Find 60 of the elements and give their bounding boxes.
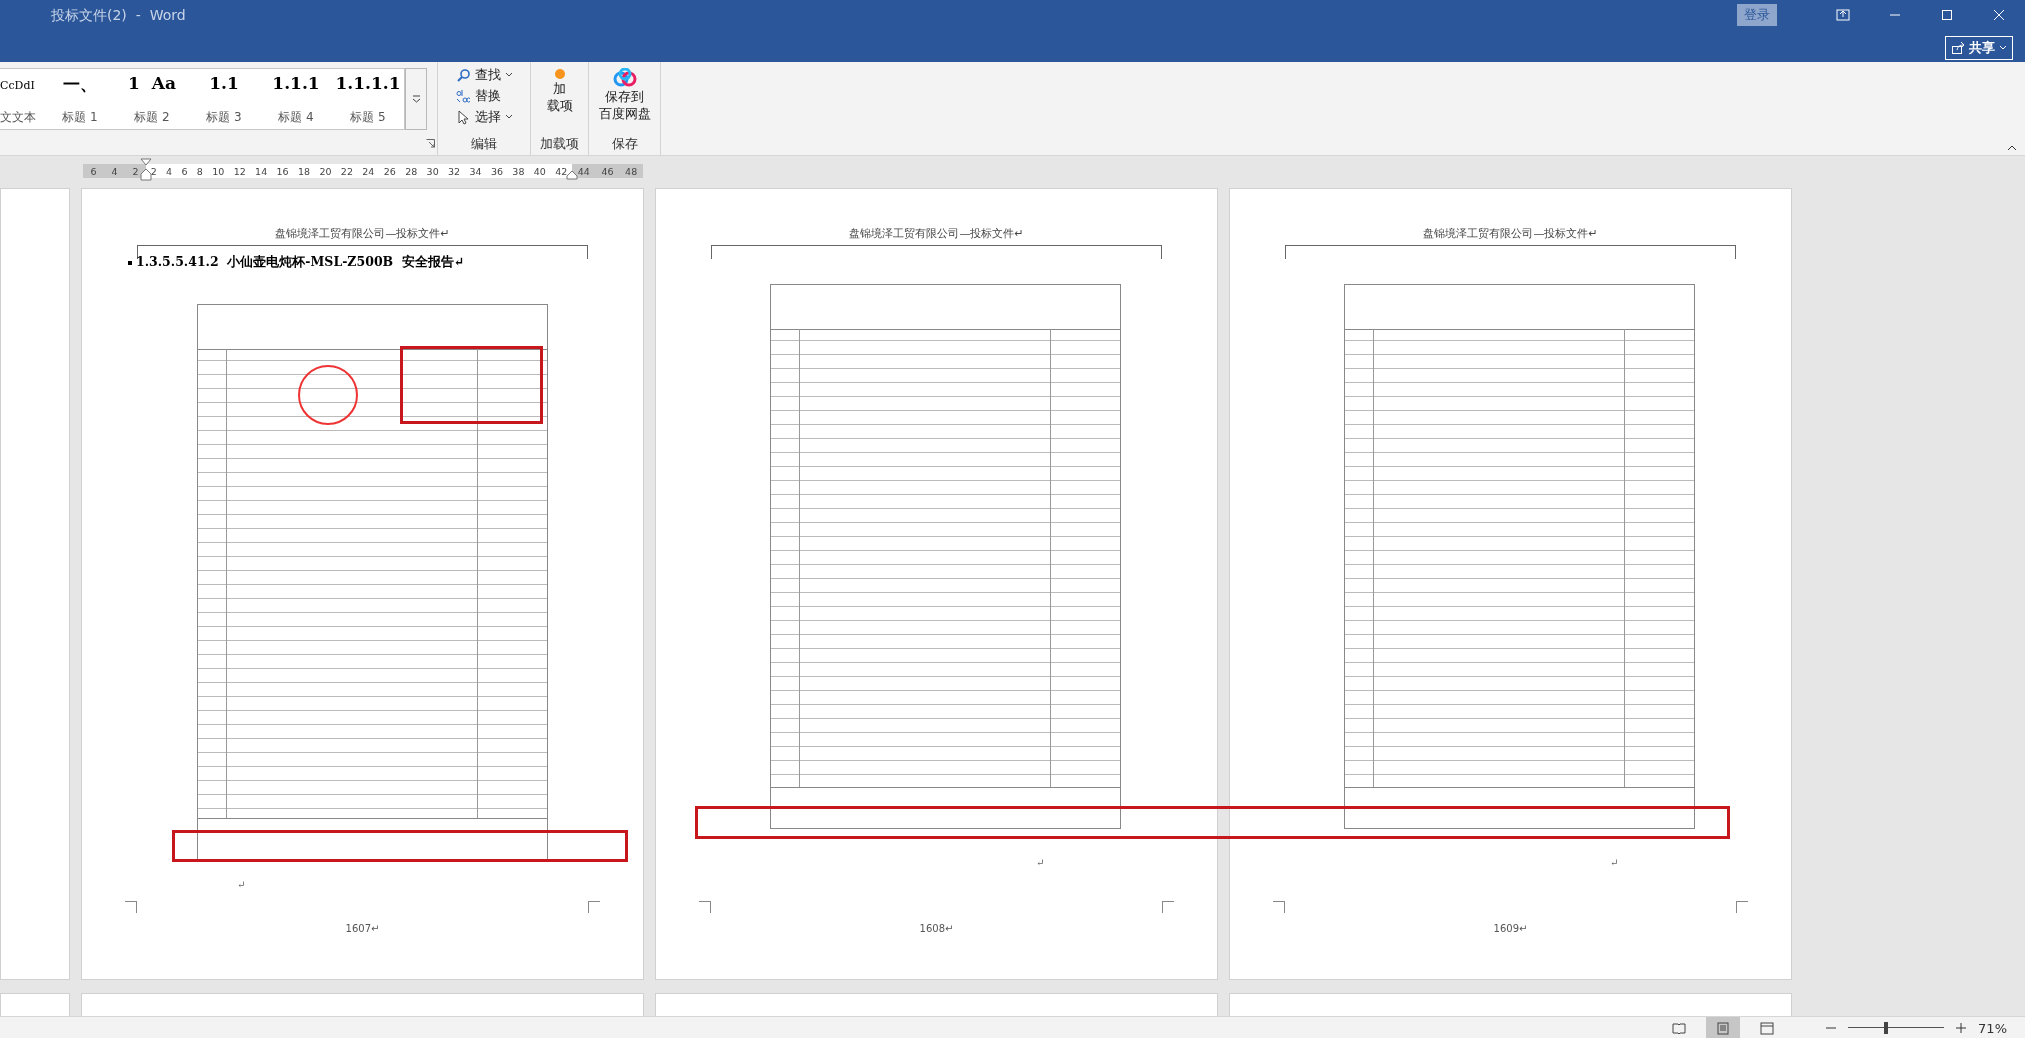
- add-ins-button[interactable]: 加 载项: [544, 66, 575, 116]
- slider-thumb[interactable]: [1884, 1022, 1889, 1034]
- bullet-icon: [128, 260, 132, 265]
- page-number: 1609↵: [1492, 923, 1529, 934]
- ruler: 6 4 2 2 4 6 8 10 12 14 16 18 20 22 24 26 28 30 32 34 36 38 40 42 44 46 48: [83, 164, 643, 178]
- save-to-cloud-button[interactable]: 保存到 百度网盘: [596, 66, 653, 124]
- page-number: 1608↵: [918, 923, 955, 934]
- margin-mark: [1273, 901, 1285, 913]
- replace-icon: [455, 88, 471, 104]
- margin-mark: [588, 901, 600, 913]
- caret-icon: [504, 71, 513, 79]
- maximize-icon[interactable]: [1940, 8, 1954, 22]
- page-number: 1607↵: [344, 923, 381, 934]
- paragraph-mark: ↵: [237, 879, 246, 890]
- indent-marker-icon[interactable]: [140, 158, 152, 182]
- margin-mark: [1736, 901, 1748, 913]
- style-gallery-item[interactable]: 1 Aa 标题 2: [116, 69, 188, 129]
- print-view-button[interactable]: [1706, 1017, 1741, 1038]
- margin-mark: [125, 901, 137, 913]
- margin-mark: [699, 901, 711, 913]
- cloud-icon: [612, 68, 637, 88]
- print-layout-icon: [1716, 1021, 1731, 1035]
- zoom-slider[interactable]: [1848, 1022, 1945, 1034]
- style-gallery-item[interactable]: 1.1 标题 3: [188, 69, 260, 129]
- style-gallery-item[interactable]: 1.1.1.1 标题 5: [332, 69, 404, 129]
- caret-icon: [1999, 44, 2007, 52]
- find-button[interactable]: 查找: [453, 66, 515, 84]
- group-label: 编辑: [471, 136, 497, 153]
- style-gallery-item[interactable]: CcDdI 文文本: [0, 69, 44, 129]
- margin-mark: [1162, 901, 1174, 913]
- caret-icon: [504, 113, 513, 121]
- paragraph-mark: ↵: [1036, 857, 1045, 868]
- share-icon: [1951, 41, 1965, 55]
- close-icon[interactable]: [1992, 8, 2006, 22]
- share-button[interactable]: 共享: [1945, 36, 2013, 60]
- read-mode-icon: [1672, 1021, 1687, 1035]
- page-header-text: 盘锦境泽工贸有限公司—投标文件↵: [848, 226, 1025, 241]
- zoom-in-button[interactable]: [1954, 1023, 1969, 1033]
- style-gallery-item[interactable]: 一、 标题 1: [44, 69, 116, 129]
- group-label: 保存: [611, 136, 638, 153]
- paragraph-mark: ↵: [1610, 857, 1619, 868]
- web-layout-icon: [1760, 1021, 1775, 1035]
- zoom-percentage[interactable]: 71%: [1978, 1020, 2007, 1036]
- dot-icon: [553, 68, 566, 80]
- section-heading: 1.3.5.5.41.2 小仙壶电炖杯-MSL-Z500B 安全报告↵: [136, 254, 465, 271]
- page-header-text: 盘锦境泽工贸有限公司—投标文件↵: [1422, 226, 1599, 241]
- select-button[interactable]: 选择: [453, 108, 515, 126]
- dialog-launcher-icon[interactable]: [426, 139, 435, 148]
- more-icon: [411, 95, 421, 103]
- page-header-text: 盘锦境泽工贸有限公司—投标文件↵: [274, 226, 451, 241]
- indent-marker-icon[interactable]: [566, 170, 578, 180]
- window-title: 投标文件(2) - Word: [51, 7, 186, 25]
- replace-button[interactable]: 替换: [453, 87, 503, 105]
- ribbon-display-icon[interactable]: [1836, 8, 1850, 22]
- group-label: 加载项: [540, 136, 579, 153]
- search-icon: [455, 67, 471, 83]
- style-gallery-item[interactable]: 1.1.1 标题 4: [260, 69, 332, 129]
- plus-icon: [1956, 1023, 1967, 1033]
- cursor-icon: [455, 109, 471, 125]
- collapse-ribbon-icon[interactable]: [2007, 145, 2017, 151]
